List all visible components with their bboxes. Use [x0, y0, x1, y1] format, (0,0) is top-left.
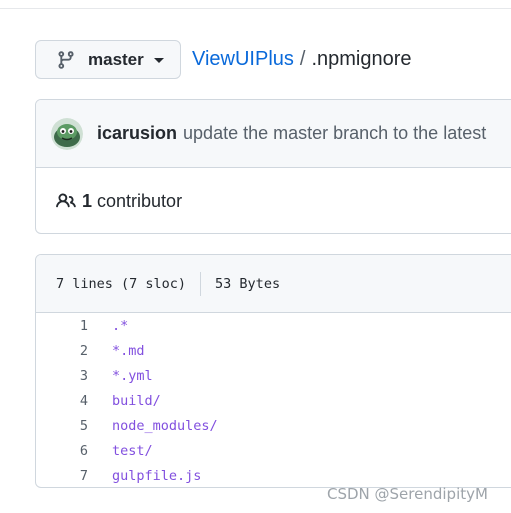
avatar[interactable] — [51, 117, 83, 150]
line-number[interactable]: 3 — [36, 368, 88, 384]
code-line: 2 *.md — [36, 338, 511, 363]
line-number[interactable]: 4 — [36, 393, 88, 409]
code-line: 4 build/ — [36, 388, 511, 413]
file-size: 53 Bytes — [215, 275, 281, 292]
watermark: CSDN @SerendipityM — [327, 485, 488, 503]
commit-author-link[interactable]: icarusion — [97, 123, 177, 144]
line-text: build/ — [112, 392, 161, 409]
line-number[interactable]: 2 — [36, 343, 88, 359]
line-text: *.yml — [112, 367, 153, 384]
line-text: .* — [112, 317, 129, 334]
line-text: test/ — [112, 442, 153, 459]
line-text: *.md — [112, 342, 145, 359]
breadcrumb-repo-link[interactable]: ViewUIPlus — [192, 48, 294, 70]
file-info-header: 7 lines (7 sloc) 53 Bytes — [36, 255, 511, 313]
latest-commit-row: icarusion update the master branch to th… — [36, 100, 511, 168]
branch-select-button[interactable]: master — [35, 40, 181, 79]
line-number[interactable]: 6 — [36, 443, 88, 459]
file-info-divider — [200, 271, 202, 296]
code-line: 6 test/ — [36, 438, 511, 463]
commit-message-link[interactable]: update the master branch to the latest — [183, 123, 486, 144]
line-text: gulpfile.js — [112, 467, 202, 484]
line-number[interactable]: 1 — [36, 318, 88, 334]
git-branch-icon — [56, 50, 76, 70]
line-number[interactable]: 5 — [36, 418, 88, 434]
caret-down-icon — [153, 58, 164, 63]
top-divider — [0, 8, 511, 9]
contributor-label: contributor — [97, 190, 183, 211]
breadcrumb: ViewUIPlus / .npmignore — [192, 48, 412, 71]
people-icon — [56, 191, 76, 211]
branch-label: master — [88, 49, 144, 69]
contributor-count: 1 — [82, 190, 93, 211]
contributors-row[interactable]: 1 contributor — [36, 168, 511, 233]
breadcrumb-separator: / — [299, 48, 306, 70]
file-line-count: 7 lines (7 sloc) — [56, 275, 187, 292]
code-listing: 1 .* 2 *.md 3 *.yml 4 build/ 5 node_modules/ … — [36, 313, 511, 487]
code-line: 3 *.yml — [36, 363, 511, 388]
code-line: 1 .* — [36, 313, 511, 338]
file-viewer: 7 lines (7 sloc) 53 Bytes 1 .* 2 *.md 3 *.y… — [35, 254, 511, 488]
line-text: node_modules/ — [112, 417, 218, 434]
breadcrumb-file-name: .npmignore — [311, 48, 412, 70]
line-number[interactable]: 7 — [36, 468, 88, 484]
code-line: 5 node_modules/ — [36, 413, 511, 438]
commit-info-box: icarusion update the master branch to th… — [35, 99, 511, 234]
